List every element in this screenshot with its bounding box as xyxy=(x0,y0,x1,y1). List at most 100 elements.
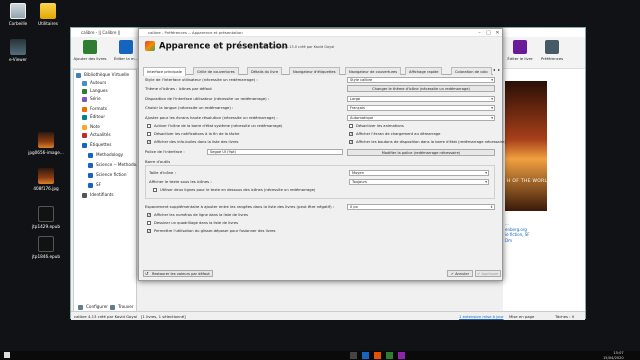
tree-item-identifiers[interactable]: Identifiants xyxy=(82,192,114,198)
book-detail-links[interactable]: ... enberg.org ie fiction, SF Dm xyxy=(505,221,530,243)
change-icon-theme-button[interactable]: Changer le thème d'icône (nécessite un r… xyxy=(347,85,495,92)
restore-defaults-label: Restaurer les valeurs par défaut xyxy=(152,272,210,276)
tab-cover-grid[interactable]: Grille de couvertures xyxy=(193,67,239,75)
layout-select[interactable]: Large ▾ xyxy=(347,96,495,102)
tree-item-authors[interactable]: Auteurs xyxy=(82,80,106,86)
version-text: calibre version 4.13.0 créé par Kovid Go… xyxy=(259,45,335,49)
tree-item-languages[interactable]: Langues xyxy=(82,88,108,94)
taskbar-app-icon[interactable] xyxy=(350,352,357,359)
drag-drop-merge-checkbox[interactable]: ✓ Permettre l'utilisation du glisser-dépo… xyxy=(147,229,275,234)
dialog-title: calibre - Préférences -- Apparence et pr… xyxy=(139,29,502,37)
desktop-icon-utilities[interactable]: Utilitaires xyxy=(30,3,66,26)
spinner-icon: ⇕ xyxy=(490,205,493,209)
taskbar-app-icon[interactable] xyxy=(386,352,393,359)
text-under-icons-label: Afficher le texte sous les icônes : xyxy=(149,179,212,184)
language-select[interactable]: Français ▾ xyxy=(347,105,495,111)
hidpi-select[interactable]: Automatique ▾ xyxy=(347,115,495,121)
desktop-icon-eviewer[interactable]: e-Viewer xyxy=(0,39,36,62)
change-font-button[interactable]: Modifier la police (redémarrage nécessai… xyxy=(347,149,495,156)
disable-animations-checkbox[interactable]: Désactiver les animations xyxy=(349,124,404,129)
taskbar-calibre-icon[interactable] xyxy=(398,352,405,359)
chevron-down-icon: ▾ xyxy=(491,106,493,110)
gear-icon xyxy=(78,304,83,310)
interface-font-field[interactable]: Segoe UI (9pt) xyxy=(207,149,343,155)
tree-item-series[interactable]: Série xyxy=(82,96,101,102)
layout-button[interactable]: Mise en page xyxy=(509,312,534,321)
clock[interactable]: 15:07 15/04/2020 xyxy=(603,351,624,360)
row-numbers-checkbox[interactable]: ✓ Afficher les numéros de ligne dans la l… xyxy=(147,213,248,218)
image-file-icon xyxy=(38,132,54,148)
tab-column-coloring[interactable]: Coloration de colo xyxy=(451,67,492,75)
restore-defaults-button[interactable]: Restaurer les valeurs par défaut xyxy=(143,270,213,277)
ui-style-select[interactable]: Style calibre ▾ xyxy=(347,77,495,83)
tree-item-tag[interactable]: SF xyxy=(88,182,101,188)
tree-item-publisher[interactable]: Éditeur xyxy=(82,114,105,120)
tab-bar: Interface principale Grille de couvertur… xyxy=(143,67,493,76)
tooltips-checkbox[interactable]: ✓ Afficher des info-bulles dans la liste … xyxy=(147,140,238,145)
icon-size-value: Moyen xyxy=(352,171,364,175)
tree-item-news[interactable]: Actualités xyxy=(82,132,111,138)
status-selection: [1 livres, 1 sélectionné] xyxy=(141,314,186,319)
tab-book-details[interactable]: Détails du livre xyxy=(247,67,283,75)
start-button-icon[interactable] xyxy=(4,352,10,358)
book-cover[interactable]: H OF THE WORLDS xyxy=(505,81,554,211)
tasks-indicator[interactable]: Tâches : 0 xyxy=(555,312,574,321)
add-books-button[interactable]: Ajouter des livres xyxy=(73,40,107,61)
languages-icon xyxy=(82,88,87,94)
tab-tag-browser[interactable]: Navigateur d'étiquettes xyxy=(289,67,340,75)
apply-button[interactable]: ✔ Appliquer xyxy=(475,270,501,277)
layout-buttons-checkbox[interactable]: ✓ Afficher les boutons de disposition dan… xyxy=(349,140,506,145)
tab-scroll-left-icon[interactable]: ◂ xyxy=(493,67,495,72)
tab-main-interface[interactable]: Interface principale xyxy=(143,67,186,76)
tab-quick-view[interactable]: Affichage rapide xyxy=(405,67,443,75)
tag-browser: Bibliothèque Virtuelle Auteurs Langues S… xyxy=(73,69,140,313)
splash-screen-checkbox[interactable]: ✓ Afficher l'écran de chargement au démar… xyxy=(349,132,440,137)
tab-cover-browser[interactable]: Navigateur de couvertures xyxy=(345,67,402,75)
update-link[interactable]: 1 extension mise à jour xyxy=(459,312,504,321)
app-icon xyxy=(10,39,26,55)
tree-item-label: Methodology xyxy=(96,152,124,157)
taskbar-app-icon[interactable] xyxy=(362,352,369,359)
text-under-icons-select[interactable]: Toujours ▾ xyxy=(349,179,489,185)
cancel-button[interactable]: ✔ Annuler xyxy=(447,270,473,277)
row-spacing-spinbox[interactable]: 0 px ⇕ xyxy=(347,204,495,210)
detail-link[interactable]: ie fiction, SF xyxy=(505,232,530,238)
disable-notifications-checkbox[interactable]: Désactiver les notifications à la fin de… xyxy=(147,132,239,137)
grid-lines-checkbox[interactable]: Dessiner un quadrillage dans la liste de… xyxy=(147,221,238,226)
desktop-icon-epub1[interactable]: jtp1429.epub xyxy=(28,206,64,229)
configure-button[interactable]: Configurer xyxy=(78,304,108,310)
tree-item-tag[interactable]: Science -- Methodo... xyxy=(88,162,140,168)
ui-style-label: Style de l'interface utilisateur (nécess… xyxy=(145,77,258,82)
checkbox-label: Afficher les numéros de ligne dans la li… xyxy=(154,213,249,217)
desktop-icon-label: jpg0656-image... xyxy=(28,150,64,155)
tree-item-tags[interactable]: Étiquettes xyxy=(82,142,111,148)
maximize-icon[interactable]: □ xyxy=(484,29,493,37)
palette-icon xyxy=(145,41,155,51)
publisher-icon xyxy=(82,114,87,120)
systray-checkbox[interactable]: Activer l'icône de la barre d'état systè… xyxy=(147,124,282,129)
desktop-icon-jpg2[interactable]: 408f176.jpg xyxy=(28,168,64,191)
find-button[interactable]: Trouver xyxy=(110,304,134,310)
layout-label: Disposition de l'interface utilisateur (… xyxy=(145,96,270,101)
ebook-file-icon xyxy=(38,206,54,222)
tree-item-virtual-library[interactable]: Bibliothèque Virtuelle xyxy=(76,72,129,78)
preferences-icon xyxy=(545,40,559,54)
taskbar-app-icon[interactable] xyxy=(374,352,381,359)
checkbox-label: Utiliser deux lignes pour le texte en de… xyxy=(160,188,316,192)
row-spacing-value: 0 px xyxy=(350,205,358,209)
tree-item-rating[interactable]: Note xyxy=(82,124,100,130)
tab-scroll-right-icon[interactable]: ▸ xyxy=(498,67,500,72)
two-lines-checkbox[interactable]: Utiliser deux lignes pour le texte en de… xyxy=(153,188,315,193)
tree-item-tag[interactable]: Methodology xyxy=(88,152,123,158)
desktop-icon-epub2[interactable]: jtp1846.epub xyxy=(28,236,64,259)
tree-item-tag[interactable]: Science fiction xyxy=(88,172,127,178)
icon-size-select[interactable]: Moyen ▾ xyxy=(349,170,489,176)
minimize-icon[interactable]: – xyxy=(475,29,484,37)
detail-link[interactable]: Dm xyxy=(505,238,530,244)
edit-book-button[interactable]: Éditer le livre xyxy=(503,40,537,61)
desktop-icon-jpg1[interactable]: jpg0656-image... xyxy=(28,132,64,155)
tree-item-formats[interactable]: Formats xyxy=(82,106,107,112)
icon-size-label: Taille d'icône : xyxy=(149,170,176,175)
close-icon[interactable]: ✕ xyxy=(493,29,502,37)
preferences-button[interactable]: Préférences xyxy=(535,40,569,61)
